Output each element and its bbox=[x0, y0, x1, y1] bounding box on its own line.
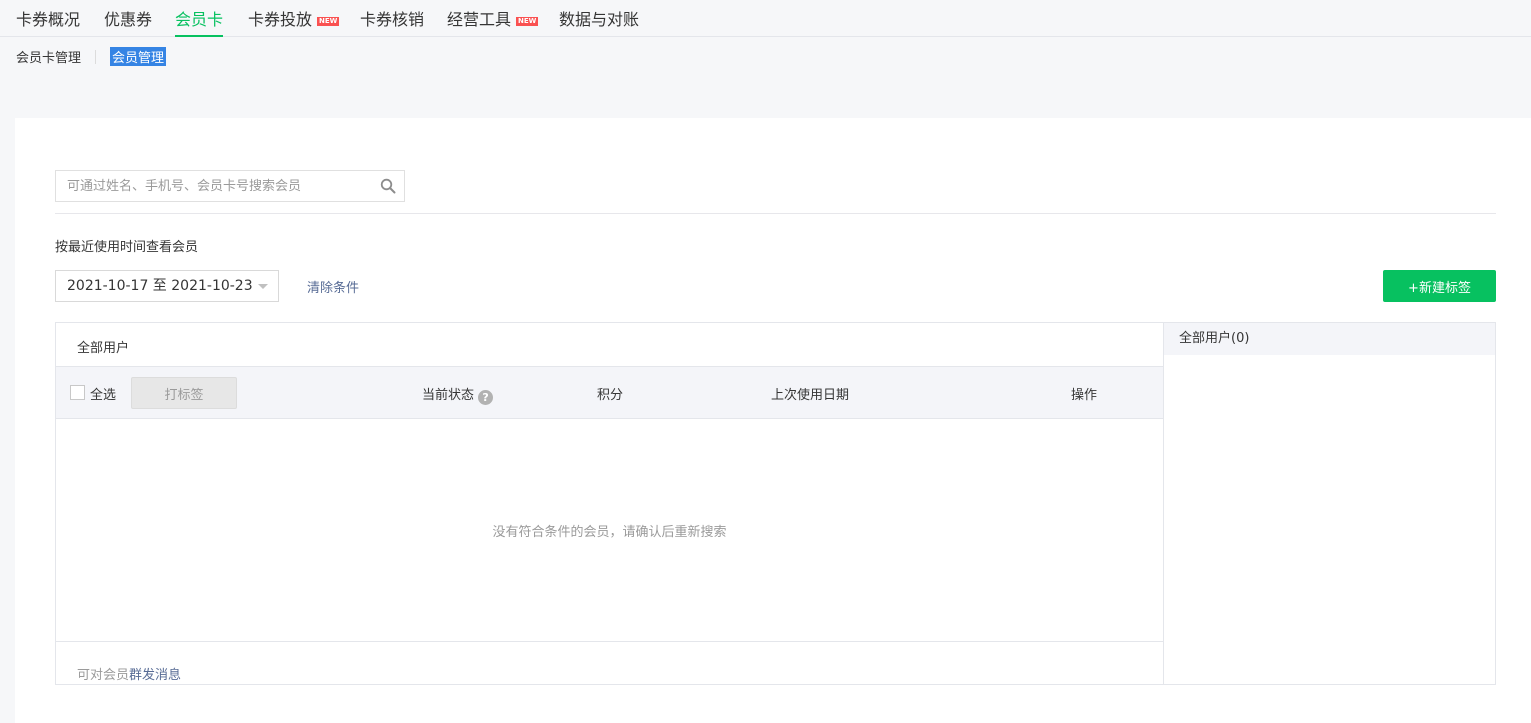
question-circle-icon[interactable]: ? bbox=[478, 390, 494, 405]
tab-label: 卡券核销 bbox=[360, 10, 425, 29]
mass-message-link[interactable]: 群发消息 bbox=[129, 668, 181, 683]
tab-label: 会员卡 bbox=[175, 10, 224, 29]
tab-coupons[interactable]: 优惠券 bbox=[104, 6, 152, 37]
empty-state-text: 没有符合条件的会员，请确认后重新搜索 bbox=[492, 525, 727, 540]
top-nav: 卡券概况 优惠券 会员卡 卡券投放 NEW 卡券核销 经营工具 NEW 数据与对账 bbox=[0, 0, 1531, 37]
tab-data-reconciliation[interactable]: 数据与对账 bbox=[559, 6, 639, 37]
select-all-checkbox[interactable] bbox=[70, 385, 85, 400]
sub-nav: 会员卡管理 会员管理 bbox=[16, 47, 167, 66]
column-header-last-used-date: 上次使用日期 bbox=[771, 388, 850, 403]
new-tag-button[interactable]: +新建标签 bbox=[1383, 270, 1496, 302]
clear-conditions-link[interactable]: 清除条件 bbox=[307, 277, 359, 296]
tab-card-overview[interactable]: 卡券概况 bbox=[16, 6, 80, 37]
new-badge: NEW bbox=[317, 17, 340, 26]
tab-member-card[interactable]: 会员卡 bbox=[175, 6, 224, 37]
table-header: 全选 打标签 当前状态? 积分 上次使用日期 操作 bbox=[56, 366, 1163, 419]
new-badge: NEW bbox=[516, 17, 539, 26]
chevron-down-icon bbox=[258, 284, 268, 289]
main-panel: 按最近使用时间查看会员 2021-10-17 至 2021-10-23 清除条件… bbox=[15, 118, 1531, 723]
subnav-item-member-card-management[interactable]: 会员卡管理 bbox=[16, 47, 81, 66]
column-header-actions: 操作 bbox=[1071, 388, 1098, 403]
member-table: 全部用户 全选 打标签 当前状态? 积分 上次使用日期 操作 没有符合条件的会员… bbox=[55, 322, 1164, 685]
divider bbox=[55, 213, 1496, 214]
tab-label: 经营工具 bbox=[447, 10, 512, 29]
search-icon[interactable] bbox=[380, 178, 396, 194]
column-header-points: 积分 bbox=[597, 388, 624, 403]
tab-label: 数据与对账 bbox=[559, 10, 640, 29]
column-header-status: 当前状态? bbox=[422, 384, 494, 405]
table-title: 全部用户 bbox=[77, 341, 130, 356]
date-range-picker[interactable]: 2021-10-17 至 2021-10-23 bbox=[55, 270, 279, 302]
tab-card-verification[interactable]: 卡券核销 bbox=[360, 6, 424, 37]
footer-prefix: 可对会员 bbox=[77, 668, 130, 683]
column-label: 当前状态 bbox=[422, 388, 475, 403]
tag-button[interactable]: 打标签 bbox=[131, 377, 237, 409]
footer-text: 可对会员群发消息 bbox=[77, 664, 181, 683]
tag-panel: 全部用户(0) bbox=[1163, 322, 1496, 685]
select-all-label[interactable]: 全选 bbox=[90, 384, 116, 403]
search-box bbox=[55, 170, 405, 202]
tag-panel-header[interactable]: 全部用户(0) bbox=[1164, 323, 1495, 355]
table-footer: 可对会员群发消息 bbox=[55, 641, 1164, 685]
tab-business-tools[interactable]: 经营工具 NEW bbox=[447, 6, 539, 37]
tab-card-distribution[interactable]: 卡券投放 NEW bbox=[248, 6, 340, 37]
tab-label: 优惠券 bbox=[104, 10, 153, 29]
search-input[interactable] bbox=[56, 171, 366, 201]
tab-label: 卡券投放 bbox=[248, 10, 313, 29]
tab-label: 卡券概况 bbox=[16, 10, 81, 29]
subnav-divider bbox=[95, 49, 97, 64]
subnav-item-member-management[interactable]: 会员管理 bbox=[110, 47, 167, 66]
date-range-value: 2021-10-17 至 2021-10-23 bbox=[67, 278, 253, 294]
filter-label: 按最近使用时间查看会员 bbox=[55, 240, 199, 255]
